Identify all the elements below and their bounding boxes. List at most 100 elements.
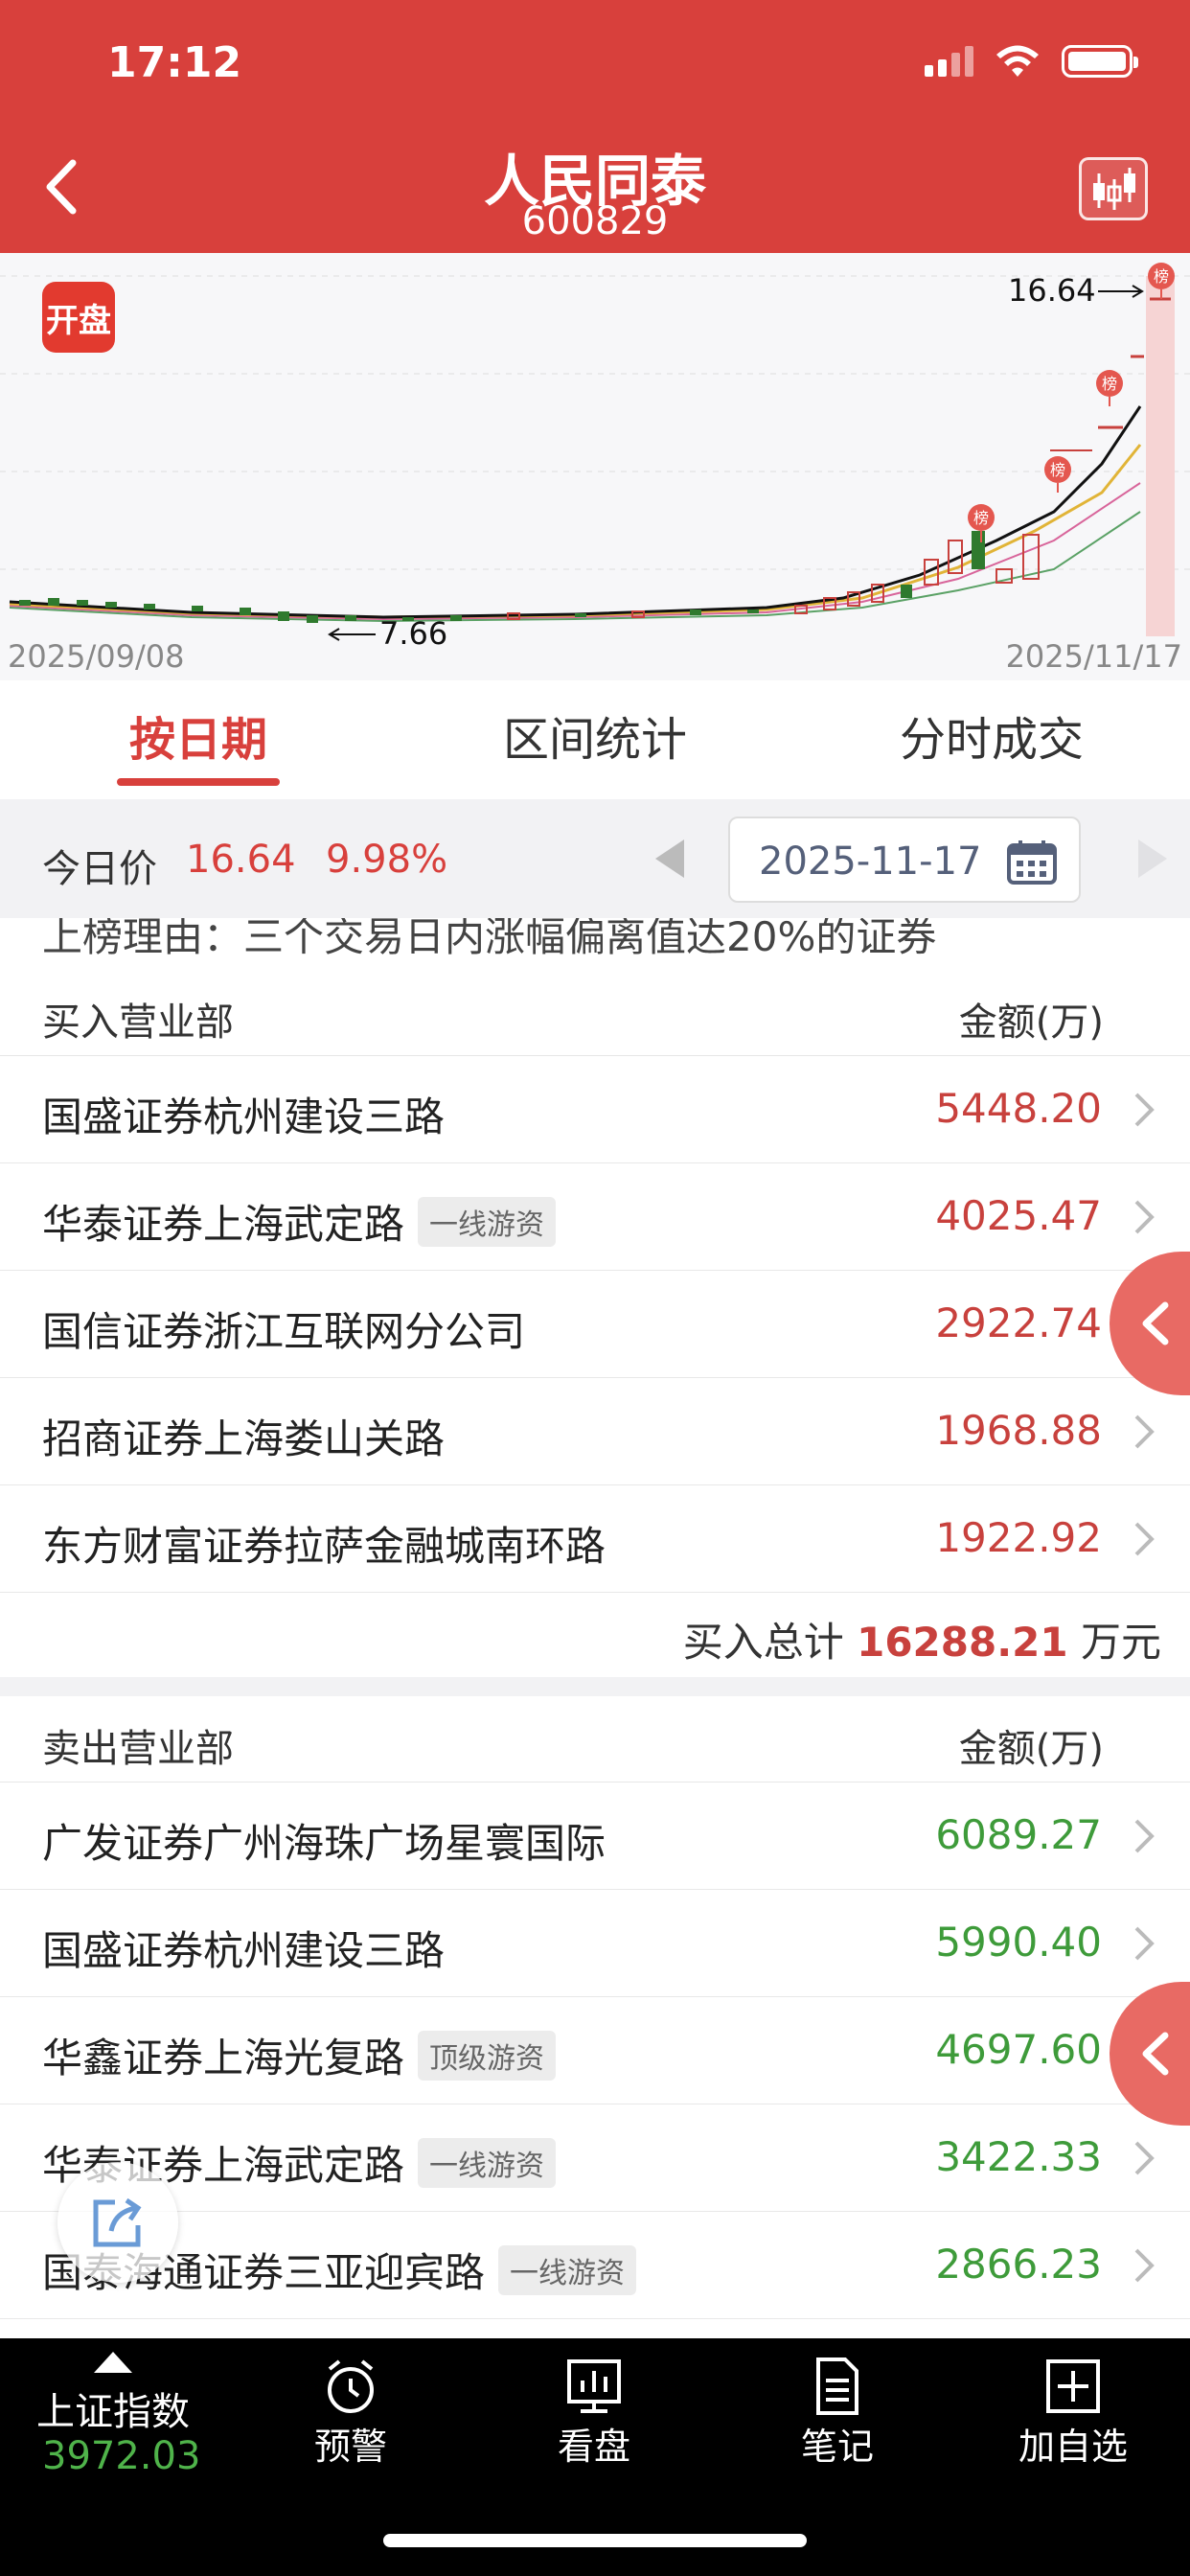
index-value: 3972.03 <box>42 2434 201 2478</box>
chart-max-label: 16.64 <box>1008 272 1096 309</box>
date-value: 2025-11-17 <box>759 840 982 884</box>
candles-low <box>19 297 1171 623</box>
kline-button[interactable] <box>1079 157 1148 220</box>
nav-notes[interactable]: 笔记 <box>742 2338 933 2470</box>
note-icon <box>816 2358 858 2415</box>
chevron-right-icon <box>1134 2141 1155 2175</box>
listing-reason-text: 上榜理由：三个交易日内涨幅偏离值达20%的证券 <box>42 918 937 960</box>
broker-name: 广发证券广州海珠广场星寰国际 <box>42 1820 606 1867</box>
broker-name: 东方财富证券拉萨金融城南环路 <box>42 1523 606 1570</box>
buy-row[interactable]: 东方财富证券拉萨金融城南环路 1922.92 <box>0 1485 1190 1593</box>
chevron-right-icon <box>1134 1926 1155 1961</box>
buy-amount: 1968.88 <box>935 1407 1102 1454</box>
buy-header-label: 买入营业部 <box>42 1000 234 1045</box>
nav-watch-label: 看盘 <box>557 2426 630 2468</box>
tab-intraday-trades[interactable]: 分时成交 <box>793 680 1190 799</box>
chevron-left-icon <box>1142 2032 1169 2076</box>
sell-amount: 4697.60 <box>935 2026 1102 2073</box>
broker-name: 国盛证券杭州建设三路 <box>42 1093 446 1140</box>
buy-total-unit: 万元 <box>1080 1619 1161 1666</box>
price-chart[interactable]: 榜 榜 榜 榜 16.64 7.66 2025/09/08 2025/11/17… <box>0 253 1190 680</box>
status-time: 17:12 <box>107 38 242 87</box>
buy-row[interactable]: 华泰证券上海武定路 一线游资 4025.47 <box>0 1163 1190 1271</box>
nav-add-watchlist[interactable]: 加自选 <box>977 2338 1169 2470</box>
buy-amount: 5448.20 <box>935 1085 1102 1132</box>
broker-tag: 一线游资 <box>418 1196 557 1247</box>
section-divider <box>0 1677 1190 1696</box>
ranking-marker-label: 榜 <box>1102 375 1117 393</box>
wifi-icon <box>996 45 1039 77</box>
tab-by-date[interactable]: 按日期 <box>0 680 397 799</box>
ranking-marker-label: 榜 <box>1154 267 1169 286</box>
sell-row[interactable]: 广发证券广州海珠广场星寰国际 6089.27 <box>0 1782 1190 1890</box>
sell-amount: 2866.23 <box>935 2241 1102 2288</box>
broker-name: 国盛证券杭州建设三路 <box>42 1927 446 1974</box>
buy-row[interactable]: 国盛证券杭州建设三路 5448.20 <box>0 1056 1190 1163</box>
chevron-right-icon <box>1134 2248 1155 2283</box>
sell-row[interactable]: 国泰海通证券三亚迎宾路 一线游资 2866.23 <box>0 2212 1190 2319</box>
header: 17:12 人民同泰 600829 <box>0 0 1190 253</box>
chart-min-label: 7.66 <box>379 615 447 652</box>
buy-section-header: 买入营业部 金额(万) <box>0 970 1190 1056</box>
buy-total-label: 买入总计 <box>682 1619 844 1666</box>
buy-row[interactable]: 国信证券浙江互联网分公司 2922.74 <box>0 1271 1190 1378</box>
share-button[interactable] <box>57 2162 178 2283</box>
chevron-right-icon <box>1134 1522 1155 1556</box>
broker-name: 华鑫证券上海光复路 <box>42 2035 405 2082</box>
price-chart-svg: 榜 榜 榜 榜 16.64 7.66 2025/09/08 2025/11/17 <box>0 263 1190 675</box>
kaipan-logo[interactable]: 开盘 <box>42 282 115 353</box>
today-price: 16.64 <box>186 838 296 882</box>
sell-amount: 6089.27 <box>935 1811 1102 1858</box>
chevron-right-icon <box>1134 1200 1155 1234</box>
date-picker[interactable]: 2025-11-17 <box>728 816 1081 903</box>
buy-row[interactable]: 招商证券上海娄山关路 1968.88 <box>0 1378 1190 1485</box>
chevron-left-icon <box>1142 1301 1169 1346</box>
alarm-icon <box>328 2359 374 2413</box>
caret-up-icon[interactable] <box>94 2352 132 2373</box>
nav-alert-label: 预警 <box>313 2426 387 2468</box>
nav-alert[interactable]: 预警 <box>255 2338 446 2470</box>
battery-icon <box>1062 45 1138 78</box>
status-icons <box>925 44 1138 79</box>
tab-range-stats[interactable]: 区间统计 <box>397 680 793 799</box>
calendar-icon <box>1007 840 1057 885</box>
chart-end-date: 2025/11/17 <box>1006 638 1182 675</box>
sell-row[interactable]: 华泰证券上海武定路 一线游资 3422.33 <box>0 2104 1190 2212</box>
sell-amount: 5990.40 <box>935 1919 1102 1966</box>
candlestick-icon <box>1093 168 1135 210</box>
prev-date-arrow-icon[interactable] <box>655 840 684 878</box>
today-change-percent: 9.98% <box>326 838 448 882</box>
buy-total-value: 16288.21 <box>857 1619 1068 1666</box>
date-bar: 今日价 16.64 9.98% 2025-11-17 <box>0 799 1190 918</box>
broker-tag: 一线游资 <box>418 2137 557 2188</box>
broker-name: 国信证券浙江互联网分公司 <box>42 1308 526 1355</box>
share-icon <box>93 2197 142 2247</box>
buy-amount: 1922.92 <box>935 1514 1102 1561</box>
index-name[interactable]: 上证指数 <box>36 2380 190 2436</box>
broker-name: 华泰证券上海武定路 <box>42 1201 405 1248</box>
today-price-label: 今日价 <box>42 847 157 891</box>
ranking-marker-label: 榜 <box>973 509 989 527</box>
sell-header-label: 卖出营业部 <box>42 1727 234 1771</box>
monitor-chart-icon <box>567 2359 621 2413</box>
sell-section-header: 卖出营业部 金额(万) <box>0 1696 1190 1782</box>
home-indicator[interactable] <box>383 2534 807 2547</box>
nav-notes-label: 笔记 <box>800 2426 874 2468</box>
chevron-right-icon <box>1134 1414 1155 1449</box>
sell-amount: 3422.33 <box>935 2133 1102 2180</box>
sell-row[interactable]: 国盛证券杭州建设三路 5990.40 <box>0 1890 1190 1997</box>
sell-amount-label: 金额(万) <box>958 1727 1104 1771</box>
buy-amount: 2922.74 <box>935 1300 1102 1346</box>
buy-total: 买入总计 16288.21 万元 <box>0 1593 1190 1677</box>
tab-bar: 按日期 区间统计 分时成交 <box>0 680 1190 799</box>
broker-tag: 一线游资 <box>498 2244 637 2295</box>
ranking-marker-label: 榜 <box>1050 461 1065 479</box>
nav-add-watchlist-label: 加自选 <box>1018 2426 1128 2468</box>
broker-name: 招商证券上海娄山关路 <box>42 1415 446 1462</box>
sell-row[interactable]: 华鑫证券上海光复路 顶级游资 4697.60 <box>0 1997 1190 2104</box>
next-date-arrow-icon[interactable] <box>1138 840 1167 878</box>
nav-watch[interactable]: 看盘 <box>498 2338 690 2470</box>
chart-start-date: 2025/09/08 <box>8 638 184 675</box>
listing-reason: 上榜理由：三个交易日内涨幅偏离值达20%的证券 <box>0 918 1190 970</box>
cellular-signal-icon <box>925 46 973 77</box>
